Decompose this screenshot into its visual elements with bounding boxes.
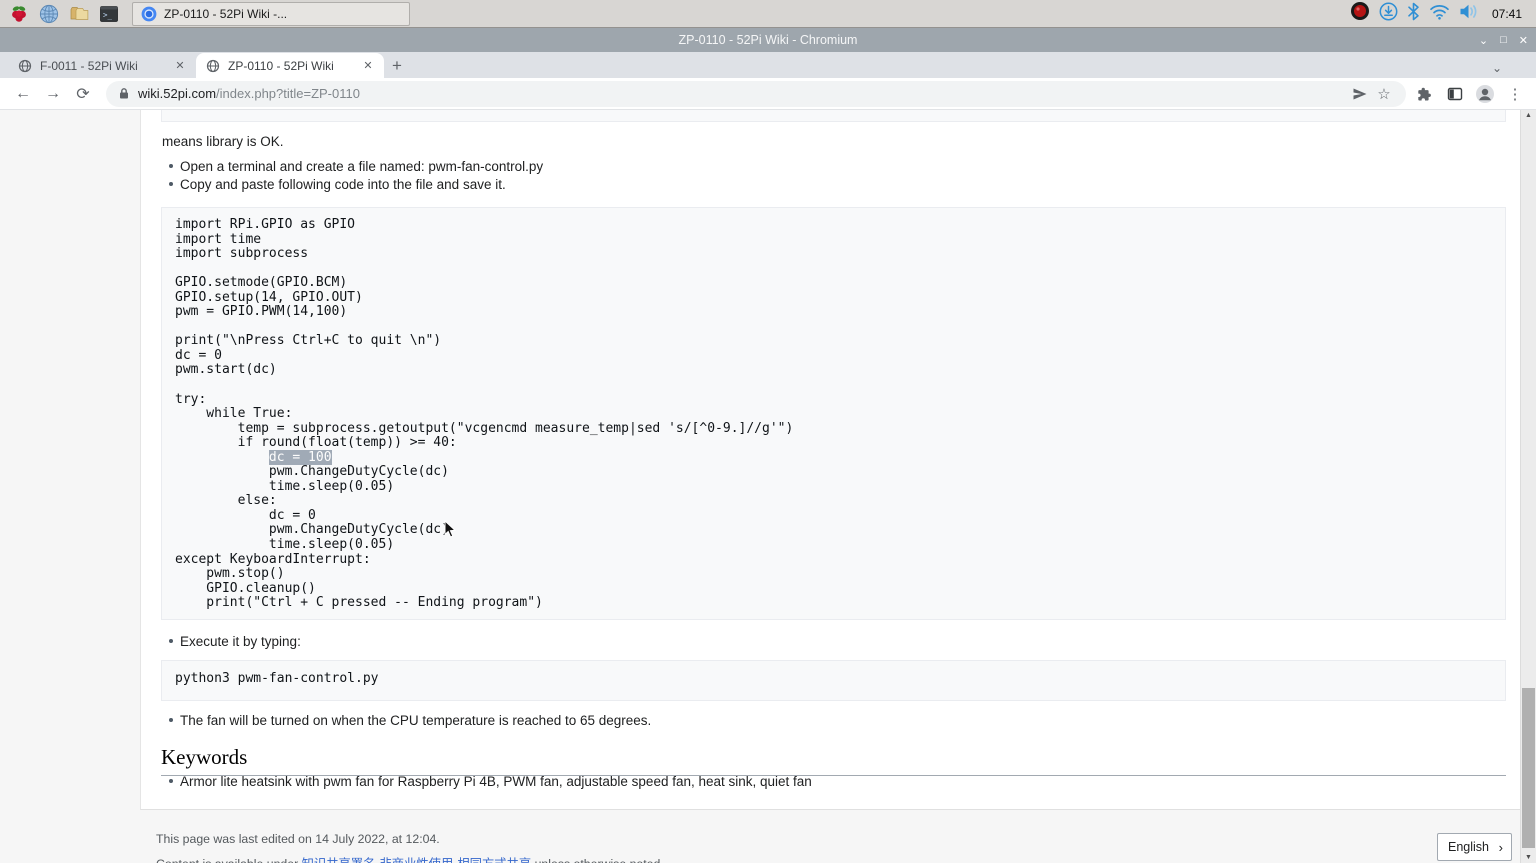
bookmark-star-icon[interactable]: ☆ <box>1372 82 1396 106</box>
raspberry-menu-icon[interactable] <box>6 2 32 26</box>
address-bar[interactable]: wiki.52pi.com/index.php?title=ZP-0110 ☆ <box>106 81 1406 107</box>
tab-zp0110[interactable]: ZP-0110 - 52Pi Wiki ✕ <box>196 53 384 78</box>
tab-strip: F-0011 - 52Pi Wiki ✕ ZP-0110 - 52Pi Wiki… <box>0 52 1536 78</box>
tab-label: ZP-0110 - 52Pi Wiki <box>228 59 352 73</box>
selected-code-text: dc = 100 <box>269 450 332 465</box>
lock-icon <box>118 87 130 100</box>
camera-status-icon[interactable] <box>1350 1 1370 26</box>
minimize-button[interactable]: ⌄ <box>1479 34 1488 47</box>
svg-text:>_: >_ <box>103 10 113 19</box>
terminal-icon[interactable]: >_ <box>96 2 122 26</box>
tab-search-icon[interactable]: ⌄ <box>1492 61 1502 75</box>
taskbar-window-button[interactable]: ZP-0110 - 52Pi Wiki -... <box>132 2 410 26</box>
url-text: wiki.52pi.com/index.php?title=ZP-0110 <box>138 86 1348 101</box>
list-item: Execute it by typing: <box>169 634 301 649</box>
list-item: Open a terminal and create a file named:… <box>169 159 543 174</box>
list-item: The fan will be turned on when the CPU t… <box>169 713 651 728</box>
back-button[interactable]: ← <box>10 81 36 107</box>
reload-button[interactable]: ⟳ <box>70 81 96 107</box>
forward-button[interactable]: → <box>40 81 66 107</box>
menu-kebab-icon[interactable]: ⋮ <box>1502 81 1528 107</box>
wiki-page: means library is OK. Open a terminal and… <box>0 110 1536 863</box>
close-button[interactable]: ✕ <box>1519 34 1528 47</box>
python-code-block: import RPi.GPIO as GPIO import time impo… <box>161 207 1506 620</box>
mouse-cursor <box>444 520 456 538</box>
chevron-right-icon: › <box>1499 840 1503 855</box>
globe-favicon <box>18 59 32 73</box>
license-prefix: Content is available under <box>156 857 302 863</box>
article-content: means library is OK. Open a terminal and… <box>140 110 1520 810</box>
browser-toolbar: ← → ⟳ wiki.52pi.com/index.php?title=ZP-0… <box>0 78 1536 110</box>
list-item: Copy and paste following code into the f… <box>169 177 506 192</box>
extensions-icon[interactable] <box>1412 81 1438 107</box>
bluetooth-icon[interactable] <box>1407 2 1420 26</box>
url-host: wiki.52pi.com <box>138 86 216 101</box>
side-panel-icon[interactable] <box>1442 81 1468 107</box>
tab-close-icon[interactable]: ✕ <box>172 58 188 74</box>
url-path: /index.php?title=ZP-0110 <box>216 86 360 101</box>
maximize-button[interactable]: □ <box>1500 34 1507 46</box>
last-edited-text: This page was last edited on 14 July 202… <box>156 832 440 846</box>
taskbar-window-label: ZP-0110 - 52Pi Wiki -... <box>164 7 287 21</box>
page-scrollbar[interactable]: ▲ ▼ <box>1520 110 1536 863</box>
window-titlebar: ZP-0110 - 52Pi Wiki - Chromium ⌄ □ ✕ <box>0 28 1536 52</box>
license-suffix: unless otherwise noted. <box>531 857 664 863</box>
volume-icon[interactable] <box>1459 3 1479 25</box>
license-link[interactable]: 知识共享署名-非商业性使用-相同方式共享 <box>302 857 532 863</box>
globe-favicon <box>206 59 220 73</box>
file-manager-icon[interactable] <box>66 2 92 26</box>
new-tab-button[interactable]: + <box>384 53 410 78</box>
code-before-selection: import RPi.GPIO as GPIO import time impo… <box>175 217 793 465</box>
send-to-device-icon[interactable] <box>1348 82 1372 106</box>
license-text: Content is available under 知识共享署名-非商业性使用… <box>156 854 664 863</box>
code-block-partial <box>161 110 1506 122</box>
code-after-selection: pwm.ChangeDutyCycle(dc) time.sleep(0.05)… <box>175 464 543 610</box>
updates-icon[interactable] <box>1379 2 1398 26</box>
window-title: ZP-0110 - 52Pi Wiki - Chromium <box>679 33 858 47</box>
keywords-heading: Keywords <box>161 745 1506 776</box>
os-taskbar: >_ ZP-0110 - 52Pi Wiki -... <box>0 0 1536 28</box>
profile-avatar-icon[interactable] <box>1472 81 1498 107</box>
scrollbar-thumb[interactable] <box>1522 688 1535 848</box>
scrollbar-up-arrow[interactable]: ▲ <box>1521 112 1536 119</box>
tab-f0011[interactable]: F-0011 - 52Pi Wiki ✕ <box>8 53 196 78</box>
language-selector-button[interactable]: English › <box>1437 833 1512 861</box>
wifi-icon[interactable] <box>1429 3 1450 25</box>
clock: 07:41 <box>1492 7 1522 21</box>
run-command-block: python3 pwm-fan-control.py <box>161 660 1506 701</box>
scrollbar-down-arrow[interactable]: ▼ <box>1521 854 1536 861</box>
tab-close-icon[interactable]: ✕ <box>360 58 376 74</box>
language-label: English <box>1448 840 1489 854</box>
tab-label: F-0011 - 52Pi Wiki <box>40 59 164 73</box>
chromium-icon <box>141 6 157 22</box>
keywords-list-item: Armor lite heatsink with pwm fan for Ras… <box>169 774 812 789</box>
web-browser-icon[interactable] <box>36 2 62 26</box>
intro-text: means library is OK. <box>162 134 284 149</box>
